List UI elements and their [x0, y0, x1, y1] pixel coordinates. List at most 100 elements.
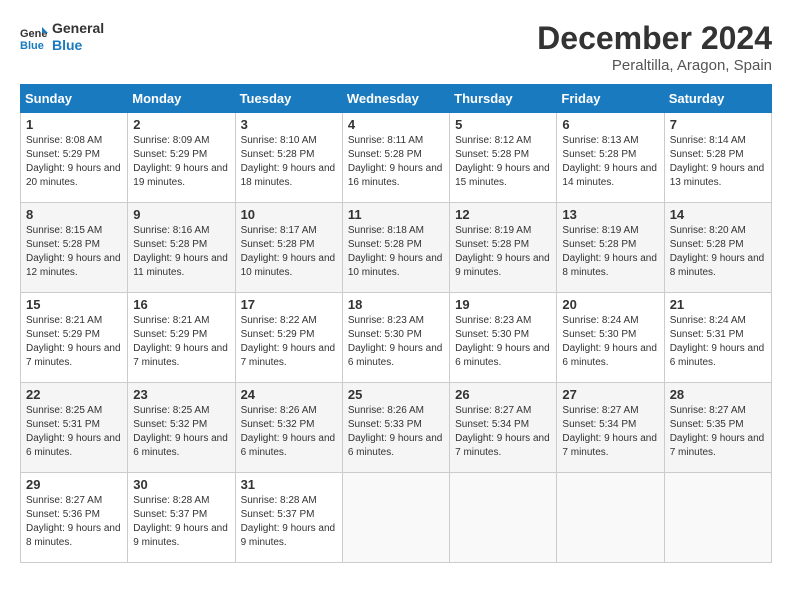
day-info: Sunrise: 8:18 AMSunset: 5:28 PMDaylight:…	[348, 224, 444, 280]
day-number: 1	[26, 117, 122, 132]
weekday-header-monday: Monday	[128, 85, 235, 113]
day-info: Sunrise: 8:08 AMSunset: 5:29 PMDaylight:…	[26, 134, 122, 190]
day-info: Sunrise: 8:27 AMSunset: 5:36 PMDaylight:…	[26, 494, 122, 550]
calendar-cell: 13 Sunrise: 8:19 AMSunset: 5:28 PMDayligh…	[557, 203, 664, 293]
day-info: Sunrise: 8:10 AMSunset: 5:28 PMDaylight:…	[241, 134, 337, 190]
day-number: 11	[348, 207, 444, 222]
day-info: Sunrise: 8:27 AMSunset: 5:34 PMDaylight:…	[562, 404, 658, 460]
calendar-cell	[664, 473, 771, 563]
day-info: Sunrise: 8:26 AMSunset: 5:32 PMDaylight:…	[241, 404, 337, 460]
day-number: 10	[241, 207, 337, 222]
calendar-cell: 6 Sunrise: 8:13 AMSunset: 5:28 PMDaylight…	[557, 113, 664, 203]
day-number: 6	[562, 117, 658, 132]
day-number: 18	[348, 297, 444, 312]
day-number: 3	[241, 117, 337, 132]
calendar-cell: 5Sunrise: 8:12 AMSunset: 5:28 PMDaylight…	[450, 113, 557, 203]
day-info: Sunrise: 8:27 AMSunset: 5:34 PMDaylight:…	[455, 404, 551, 460]
day-number: 14	[670, 207, 766, 222]
calendar-cell: 15 Sunrise: 8:21 AMSunset: 5:29 PMDayligh…	[21, 293, 128, 383]
day-info: Sunrise: 8:22 AMSunset: 5:29 PMDaylight:…	[241, 314, 337, 370]
calendar-cell: 12 Sunrise: 8:19 AMSunset: 5:28 PMDayligh…	[450, 203, 557, 293]
calendar-cell: 25 Sunrise: 8:26 AMSunset: 5:33 PMDayligh…	[342, 383, 449, 473]
day-info: Sunrise: 8:20 AMSunset: 5:28 PMDaylight:…	[670, 224, 766, 280]
logo-icon: General Blue	[20, 23, 48, 51]
calendar-cell: 16 Sunrise: 8:21 AMSunset: 5:29 PMDayligh…	[128, 293, 235, 383]
day-number: 16	[133, 297, 229, 312]
day-number: 8	[26, 207, 122, 222]
day-info: Sunrise: 8:21 AMSunset: 5:29 PMDaylight:…	[133, 314, 229, 370]
calendar-cell: 11 Sunrise: 8:18 AMSunset: 5:28 PMDayligh…	[342, 203, 449, 293]
day-number: 7	[670, 117, 766, 132]
day-number: 31	[241, 477, 337, 492]
day-info: Sunrise: 8:11 AMSunset: 5:28 PMDaylight:…	[348, 134, 444, 190]
day-number: 9	[133, 207, 229, 222]
day-info: Sunrise: 8:25 AMSunset: 5:32 PMDaylight:…	[133, 404, 229, 460]
day-number: 13	[562, 207, 658, 222]
day-info: Sunrise: 8:17 AMSunset: 5:28 PMDaylight:…	[241, 224, 337, 280]
day-number: 30	[133, 477, 229, 492]
weekday-header-thursday: Thursday	[450, 85, 557, 113]
calendar-cell: 27 Sunrise: 8:27 AMSunset: 5:34 PMDayligh…	[557, 383, 664, 473]
day-info: Sunrise: 8:28 AMSunset: 5:37 PMDaylight:…	[241, 494, 337, 550]
weekday-header-wednesday: Wednesday	[342, 85, 449, 113]
calendar-cell: 17 Sunrise: 8:22 AMSunset: 5:29 PMDayligh…	[235, 293, 342, 383]
calendar-cell	[557, 473, 664, 563]
calendar-cell: 19Sunrise: 8:23 AMSunset: 5:30 PMDayligh…	[450, 293, 557, 383]
day-number: 26	[455, 387, 551, 402]
weekday-header-sunday: Sunday	[21, 85, 128, 113]
calendar-cell: 24 Sunrise: 8:26 AMSunset: 5:32 PMDayligh…	[235, 383, 342, 473]
day-number: 28	[670, 387, 766, 402]
day-number: 17	[241, 297, 337, 312]
day-info: Sunrise: 8:24 AMSunset: 5:31 PMDaylight:…	[670, 314, 766, 370]
day-number: 20	[562, 297, 658, 312]
day-number: 22	[26, 387, 122, 402]
day-info: Sunrise: 8:27 AMSunset: 5:35 PMDaylight:…	[670, 404, 766, 460]
calendar-cell	[450, 473, 557, 563]
day-info: Sunrise: 8:21 AMSunset: 5:29 PMDaylight:…	[26, 314, 122, 370]
calendar-cell: 7 Sunrise: 8:14 AMSunset: 5:28 PMDaylight…	[664, 113, 771, 203]
calendar-cell: 31 Sunrise: 8:28 AMSunset: 5:37 PMDayligh…	[235, 473, 342, 563]
calendar-cell: 23Sunrise: 8:25 AMSunset: 5:32 PMDayligh…	[128, 383, 235, 473]
calendar-cell: 30 Sunrise: 8:28 AMSunset: 5:37 PMDayligh…	[128, 473, 235, 563]
day-number: 15	[26, 297, 122, 312]
page-header: General Blue General Blue December 2024 …	[20, 20, 772, 74]
day-number: 29	[26, 477, 122, 492]
title-block: December 2024 Peraltilla, Aragon, Spain	[537, 20, 772, 74]
calendar-cell: 29 Sunrise: 8:27 AMSunset: 5:36 PMDayligh…	[21, 473, 128, 563]
calendar-cell: 14 Sunrise: 8:20 AMSunset: 5:28 PMDayligh…	[664, 203, 771, 293]
calendar-table: SundayMondayTuesdayWednesdayThursdayFrid…	[20, 84, 772, 563]
day-number: 12	[455, 207, 551, 222]
day-info: Sunrise: 8:26 AMSunset: 5:33 PMDaylight:…	[348, 404, 444, 460]
day-info: Sunrise: 8:23 AMSunset: 5:30 PMDaylight:…	[348, 314, 444, 370]
day-number: 19	[455, 297, 551, 312]
day-info: Sunrise: 8:14 AMSunset: 5:28 PMDaylight:…	[670, 134, 766, 190]
day-number: 25	[348, 387, 444, 402]
calendar-cell: 22Sunrise: 8:25 AMSunset: 5:31 PMDayligh…	[21, 383, 128, 473]
calendar-cell: 2Sunrise: 8:09 AMSunset: 5:29 PMDaylight…	[128, 113, 235, 203]
calendar-cell: 4 Sunrise: 8:11 AMSunset: 5:28 PMDaylight…	[342, 113, 449, 203]
day-info: Sunrise: 8:19 AMSunset: 5:28 PMDaylight:…	[562, 224, 658, 280]
location: Peraltilla, Aragon, Spain	[537, 57, 772, 74]
calendar-cell: 28 Sunrise: 8:27 AMSunset: 5:35 PMDayligh…	[664, 383, 771, 473]
calendar-cell	[342, 473, 449, 563]
day-number: 27	[562, 387, 658, 402]
day-number: 4	[348, 117, 444, 132]
calendar-cell: 8Sunrise: 8:15 AMSunset: 5:28 PMDaylight…	[21, 203, 128, 293]
day-info: Sunrise: 8:09 AMSunset: 5:29 PMDaylight:…	[133, 134, 229, 190]
day-info: Sunrise: 8:28 AMSunset: 5:37 PMDaylight:…	[133, 494, 229, 550]
calendar-cell: 10 Sunrise: 8:17 AMSunset: 5:28 PMDayligh…	[235, 203, 342, 293]
weekday-header-friday: Friday	[557, 85, 664, 113]
month-title: December 2024	[537, 20, 772, 57]
calendar-cell: 18 Sunrise: 8:23 AMSunset: 5:30 PMDayligh…	[342, 293, 449, 383]
calendar-cell: 3 Sunrise: 8:10 AMSunset: 5:28 PMDaylight…	[235, 113, 342, 203]
day-info: Sunrise: 8:16 AMSunset: 5:28 PMDaylight:…	[133, 224, 229, 280]
calendar-cell: 1 Sunrise: 8:08 AMSunset: 5:29 PMDaylight…	[21, 113, 128, 203]
weekday-header-tuesday: Tuesday	[235, 85, 342, 113]
day-number: 5	[455, 117, 551, 132]
svg-text:Blue: Blue	[20, 40, 44, 51]
calendar-cell: 20Sunrise: 8:24 AMSunset: 5:30 PMDayligh…	[557, 293, 664, 383]
day-number: 24	[241, 387, 337, 402]
calendar-cell: 26 Sunrise: 8:27 AMSunset: 5:34 PMDayligh…	[450, 383, 557, 473]
day-info: Sunrise: 8:13 AMSunset: 5:28 PMDaylight:…	[562, 134, 658, 190]
day-info: Sunrise: 8:19 AMSunset: 5:28 PMDaylight:…	[455, 224, 551, 280]
